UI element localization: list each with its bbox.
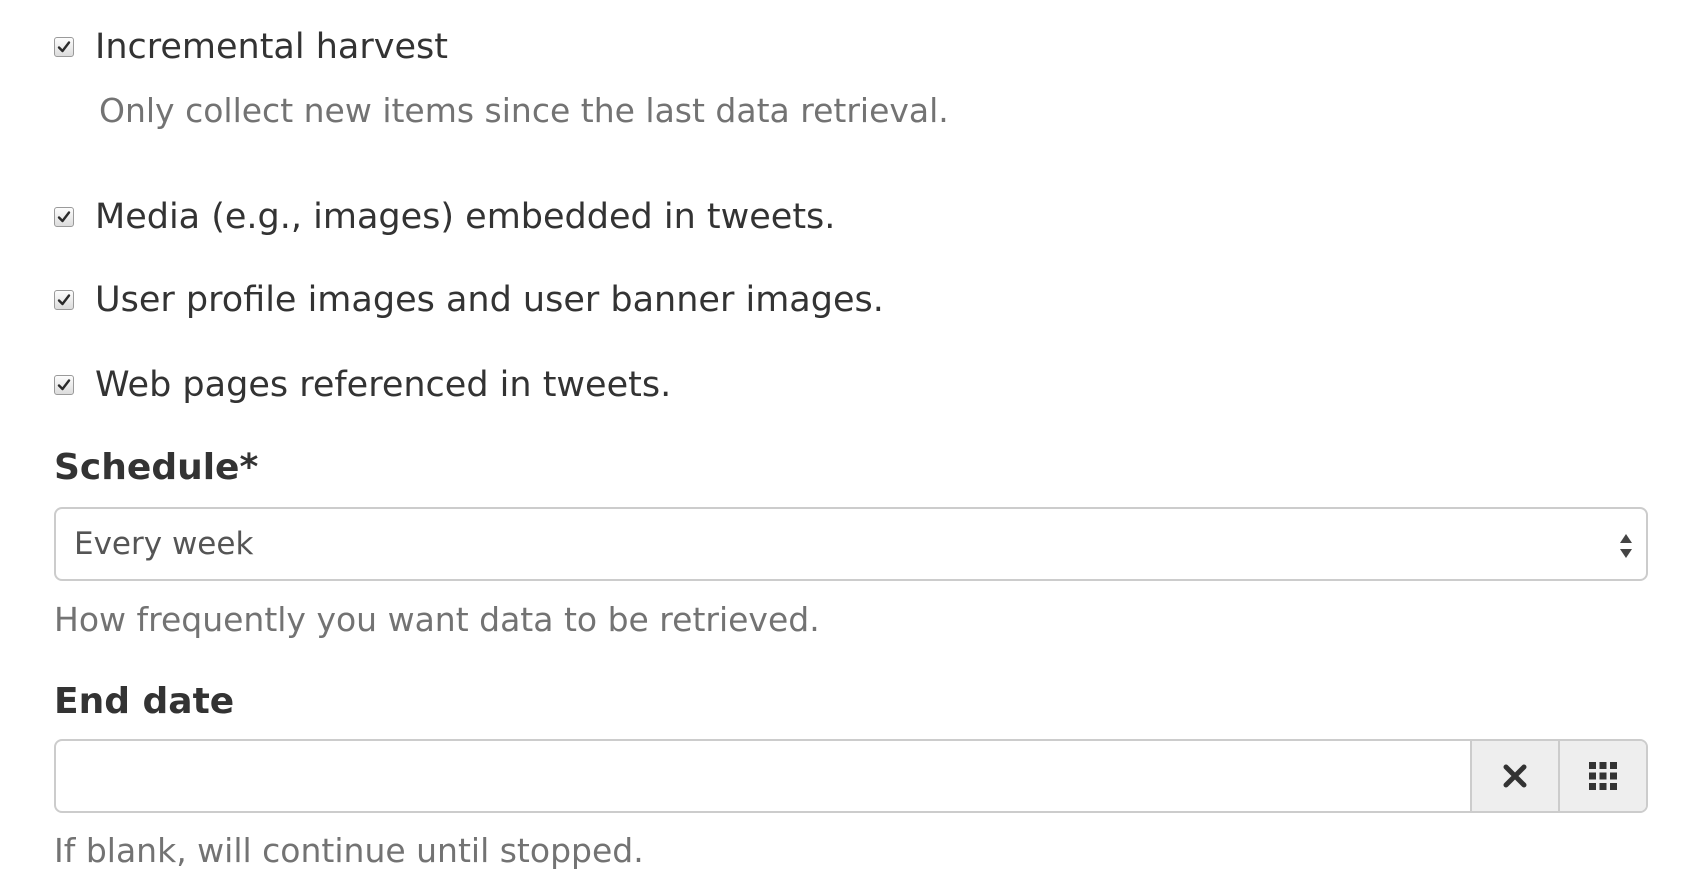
media-checkbox[interactable] — [54, 207, 74, 227]
media-option[interactable]: Media (e.g., images) embedded in tweets. — [54, 197, 835, 237]
clear-date-button[interactable] — [1470, 741, 1558, 811]
calendar-grid-icon — [1589, 762, 1617, 790]
checkmark-icon — [57, 41, 71, 53]
end-date-input-group — [54, 739, 1648, 813]
incremental-harvest-help: Only collect new items since the last da… — [99, 91, 949, 130]
end-date-label: End date — [54, 681, 235, 722]
user-images-label: User profile images and user banner imag… — [95, 280, 884, 320]
incremental-harvest-label: Incremental harvest — [95, 27, 448, 67]
select-arrows-icon — [1620, 534, 1632, 558]
web-pages-label: Web pages referenced in tweets. — [95, 365, 672, 405]
incremental-harvest-checkbox[interactable] — [54, 37, 74, 57]
checkmark-icon — [57, 211, 71, 223]
schedule-selected-value: Every week — [74, 526, 254, 562]
schedule-label: Schedule* — [54, 447, 259, 488]
media-label: Media (e.g., images) embedded in tweets. — [95, 197, 836, 237]
open-calendar-button[interactable] — [1558, 741, 1646, 811]
user-images-option[interactable]: User profile images and user banner imag… — [54, 280, 884, 320]
checkmark-icon — [57, 379, 71, 391]
user-images-checkbox[interactable] — [54, 290, 74, 310]
end-date-help: If blank, will continue until stopped. — [54, 831, 644, 870]
times-icon — [1503, 764, 1527, 788]
schedule-select[interactable]: Every week — [54, 507, 1648, 581]
web-pages-option[interactable]: Web pages referenced in tweets. — [54, 365, 671, 405]
incremental-harvest-option[interactable]: Incremental harvest — [54, 27, 448, 67]
end-date-input[interactable] — [56, 741, 1470, 811]
schedule-help: How frequently you want data to be retri… — [54, 600, 820, 639]
checkmark-icon — [57, 294, 71, 306]
web-pages-checkbox[interactable] — [54, 375, 74, 395]
